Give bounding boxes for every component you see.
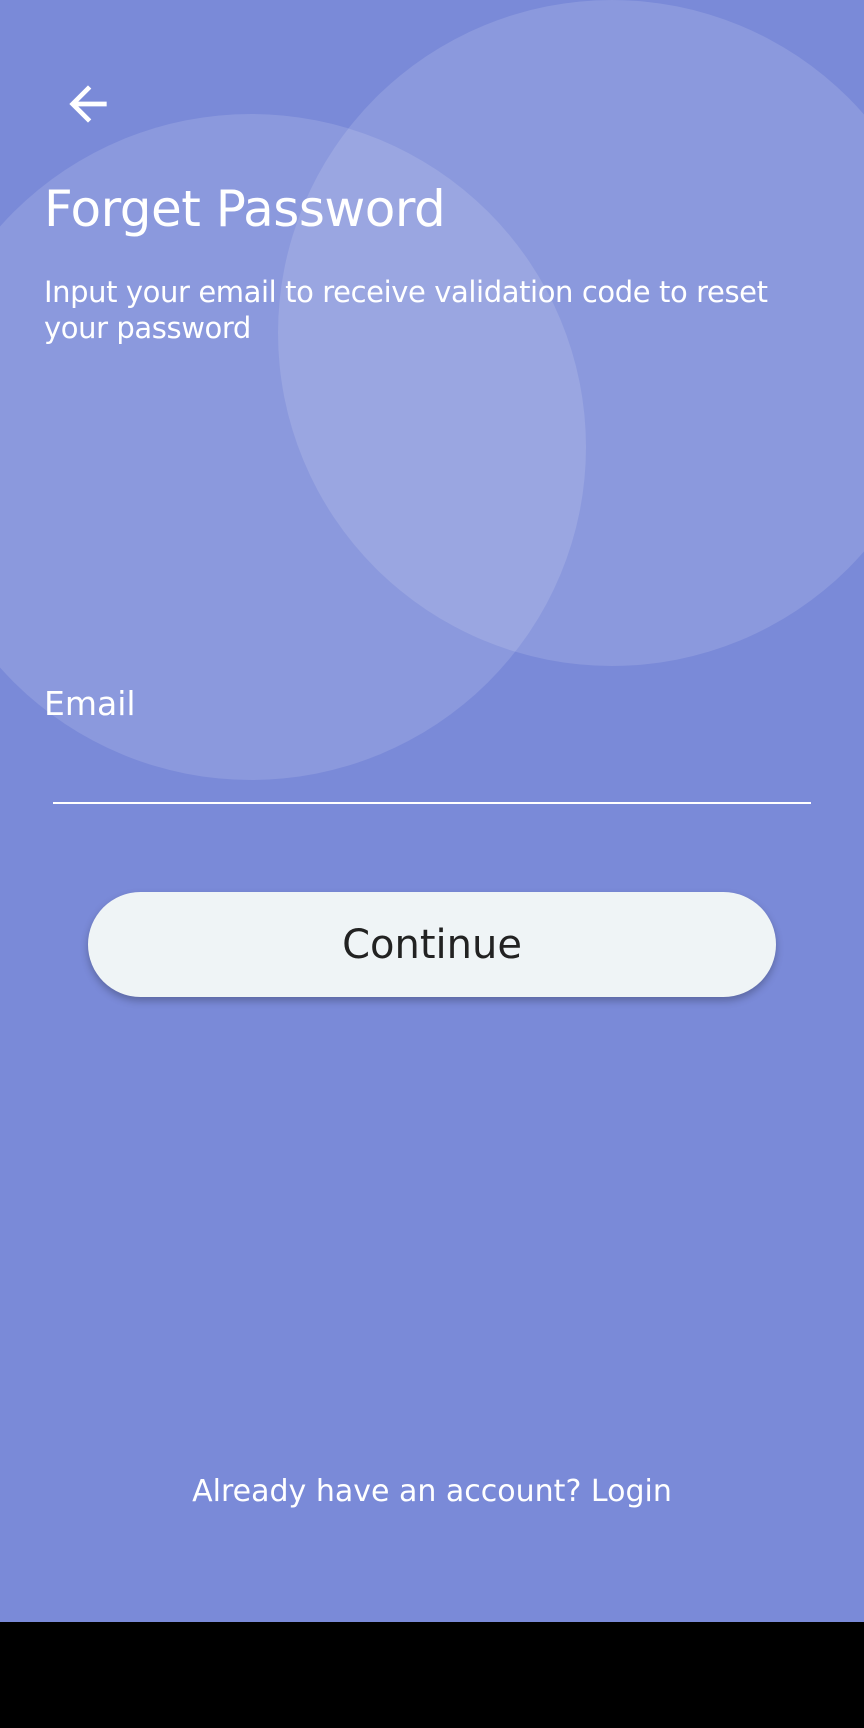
arrow-left-icon bbox=[69, 85, 107, 123]
system-navigation-bar bbox=[0, 1622, 864, 1728]
email-field[interactable] bbox=[53, 740, 811, 804]
email-label: Email bbox=[44, 684, 136, 723]
back-button[interactable] bbox=[56, 76, 120, 132]
page-title: Forget Password bbox=[44, 180, 446, 238]
login-link[interactable]: Already have an account? Login bbox=[0, 1474, 864, 1509]
page-subtitle: Input your email to receive validation c… bbox=[44, 275, 768, 345]
forget-password-screen: Forget Password Input your email to rece… bbox=[0, 0, 864, 1622]
continue-button[interactable]: Continue bbox=[88, 892, 776, 997]
